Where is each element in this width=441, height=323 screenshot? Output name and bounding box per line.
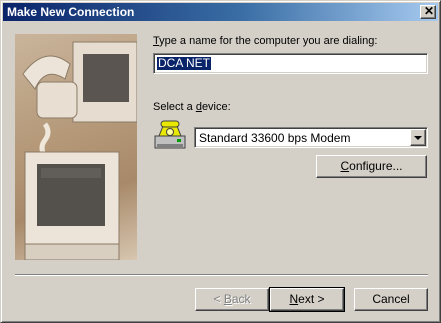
separator <box>15 274 428 276</box>
cancel-button[interactable]: Cancel <box>354 288 428 311</box>
computer-name-label: Type a name for the computer you are dia… <box>153 35 378 47</box>
computer-name-value: DCA NET <box>157 56 212 70</box>
computer-name-input[interactable]: DCA NET <box>153 53 428 74</box>
back-button[interactable]: < Back <box>195 288 269 311</box>
next-button[interactable]: Next > <box>269 287 345 312</box>
chevron-down-icon[interactable] <box>410 129 426 146</box>
wizard-illustration <box>15 34 137 260</box>
modem-phone-icon <box>153 118 187 152</box>
title-bar[interactable]: Make New Connection ✕ <box>3 3 438 21</box>
configure-button[interactable]: Configure... <box>316 155 427 178</box>
close-icon: ✕ <box>424 4 435 18</box>
device-select[interactable]: Standard 33600 bps Modem <box>194 127 428 148</box>
close-button[interactable]: ✕ <box>420 4 436 19</box>
device-select-value: Standard 33600 bps Modem <box>199 131 351 145</box>
device-label: Select a device: <box>153 101 231 113</box>
window-title: Make New Connection <box>7 5 135 19</box>
make-new-connection-dialog: Make New Connection ✕ Type a name for th… <box>0 0 441 323</box>
